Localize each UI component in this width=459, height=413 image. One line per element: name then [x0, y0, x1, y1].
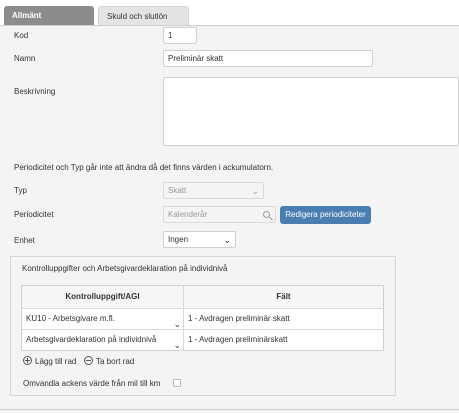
kontrolluppgift-value: KU10 - Arbetsgivare m.fl. — [26, 314, 115, 323]
typ-select: Skatt ⌄ — [163, 182, 264, 199]
enhet-label: Enhet — [14, 236, 35, 245]
kontrolluppgifter-table: Kontrolluppgift/AGI Fält KU10 - Arbetsgi… — [21, 285, 384, 351]
chevron-down-icon: ⌄ — [173, 319, 181, 329]
namn-label: Namn — [14, 54, 36, 63]
chevron-down-icon: ⌄ — [251, 186, 259, 196]
kontrolluppgift-select[interactable]: Arbetsgivardeklaration på individnivå ⌄ — [22, 330, 184, 350]
kontrolluppgift-value: Arbetsgivardeklaration på individnivå — [26, 335, 157, 344]
beskrivning-label: Beskrivning — [14, 87, 56, 96]
kod-label: Kod — [14, 31, 29, 40]
periodicitet-input: Kalenderår — [163, 206, 276, 223]
minus-circle-icon — [84, 356, 93, 366]
bottom-divider — [0, 409, 459, 410]
typ-value: Skatt — [168, 186, 187, 195]
falt-cell: 1 - Avdragen preliminärskatt — [188, 335, 288, 344]
typ-label: Typ — [14, 186, 27, 195]
plus-circle-icon — [23, 356, 32, 366]
kod-input[interactable]: 1 — [163, 27, 197, 44]
falt-cell: 1 - Avdragen preliminär skatt — [188, 314, 290, 323]
panel-title: Kontrolluppgifter och Arbetsgivardeklara… — [22, 264, 228, 273]
periodicitet-label: Periodicitet — [14, 210, 54, 219]
kontrolluppgifter-panel: Kontrolluppgifter och Arbetsgivardeklara… — [10, 256, 396, 396]
periodicitet-value: Kalenderår — [168, 210, 208, 219]
chevron-down-icon: ⌄ — [223, 235, 231, 245]
table-header-row: Kontrolluppgift/AGI Fält — [22, 286, 383, 308]
column-header-falt: Fält — [276, 292, 291, 301]
tab-allmant[interactable]: Allmänt — [4, 6, 94, 26]
search-icon — [263, 211, 270, 218]
table-row: Arbetsgivardeklaration på individnivå ⌄ … — [22, 329, 383, 350]
add-row-button[interactable]: Lägg till rad — [23, 356, 77, 366]
add-row-label: Lägg till rad — [35, 357, 77, 366]
column-header-kontrolluppgift: Kontrolluppgift/AGI — [22, 286, 184, 308]
tab-skuld-och-slutlon[interactable]: Skuld och slutlön — [98, 6, 189, 26]
tab-divider — [0, 25, 459, 26]
kontrolluppgift-select[interactable]: KU10 - Arbetsgivare m.fl. ⌄ — [22, 309, 184, 329]
tab-bar: Allmänt Skuld och slutlön — [0, 0, 459, 26]
beskrivning-textarea[interactable] — [163, 77, 459, 146]
enhet-select[interactable]: Ingen ⌄ — [163, 231, 236, 248]
redigera-periodiciteter-button[interactable]: Redigera periodiciteter — [280, 206, 371, 224]
chevron-down-icon: ⌄ — [173, 340, 181, 350]
convert-label: Omvandla ackens värde från mil till km — [23, 379, 161, 388]
enhet-value: Ingen — [168, 235, 189, 244]
convert-checkbox[interactable] — [173, 379, 181, 387]
table-row: KU10 - Arbetsgivare m.fl. ⌄ 1 - Avdragen… — [22, 308, 383, 329]
remove-row-label: Ta bort rad — [96, 357, 135, 366]
remove-row-button[interactable]: Ta bort rad — [84, 356, 135, 366]
info-text: Periodicitet och Typ går inte att ändra … — [14, 163, 274, 172]
namn-input[interactable]: Preliminär skatt — [163, 50, 373, 67]
